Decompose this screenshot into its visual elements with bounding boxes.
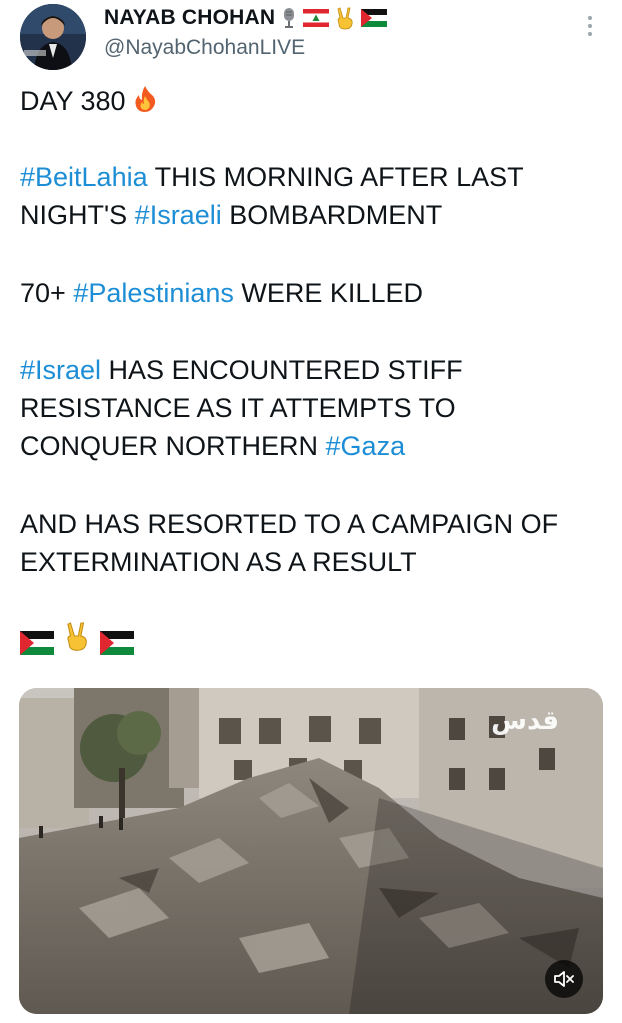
video-frame-rubble [19, 688, 603, 1014]
avatar[interactable] [20, 4, 86, 70]
hashtag-beitlahia[interactable]: #BeitLahia [20, 162, 148, 192]
tweet-line-day: DAY 380 [20, 82, 600, 120]
more-dot [588, 16, 592, 20]
tweet-paragraph-3: #Israel HAS ENCOUNTERED STIFF RESISTANCE… [20, 351, 600, 465]
tweet-text: BOMBARDMENT [221, 200, 443, 230]
hashtag-gaza[interactable]: #Gaza [326, 431, 406, 461]
palestine-flag-icon [20, 622, 54, 660]
lebanon-flag-icon [303, 9, 330, 27]
author-name[interactable]: NAYAB CHOHAN [104, 6, 275, 30]
tweet-text: AND HAS RESORTED TO A CAMPAIGN OF [20, 509, 559, 539]
author-name-row: NAYAB CHOHAN [104, 6, 388, 30]
tweet-video[interactable]: قدس [19, 688, 603, 1014]
tweet-text: HAS ENCOUNTERED STIFF [101, 355, 463, 385]
victory-hand-icon [64, 620, 90, 662]
mute-button[interactable] [545, 960, 583, 998]
day-label: DAY 380 [20, 86, 126, 116]
palestine-flag-icon [100, 622, 134, 660]
tweet-paragraph-2: 70+ #Palestinians WERE KILLED [20, 274, 600, 312]
tweet-text: NIGHT'S [20, 200, 135, 230]
tweet-text: 70+ [20, 278, 74, 308]
more-dot [588, 32, 592, 36]
hashtag-israel[interactable]: #Israel [20, 355, 101, 385]
hashtag-palestinians[interactable]: #Palestinians [73, 278, 234, 308]
tweet-text: CONQUER NORTHERN [20, 431, 326, 461]
speaker-muted-icon [553, 969, 575, 989]
video-watermark: قدس [491, 706, 559, 736]
more-options-button[interactable] [586, 16, 594, 36]
fire-icon [133, 85, 157, 113]
tweet-text: RESISTANCE AS IT ATTEMPTS TO [20, 393, 456, 423]
avatar-image [20, 4, 86, 70]
tweet-text: EXTERMINATION AS A RESULT [20, 547, 417, 577]
microphone-icon [281, 7, 297, 29]
tweet-paragraph-1: #BeitLahia THIS MORNING AFTER LAST NIGHT… [20, 158, 600, 234]
tweet-text: THIS MORNING AFTER LAST [147, 162, 524, 192]
victory-hand-icon [335, 6, 355, 30]
hashtag-israeli[interactable]: #Israeli [135, 200, 222, 230]
more-dot [588, 24, 592, 28]
author-handle[interactable]: @NayabChohanLIVE [104, 36, 305, 60]
palestine-flag-icon [361, 9, 388, 27]
tweet-emoji-line [20, 620, 600, 662]
tweet-text: WERE KILLED [233, 278, 423, 308]
tweet-paragraph-4: AND HAS RESORTED TO A CAMPAIGN OF EXTERM… [20, 505, 600, 581]
